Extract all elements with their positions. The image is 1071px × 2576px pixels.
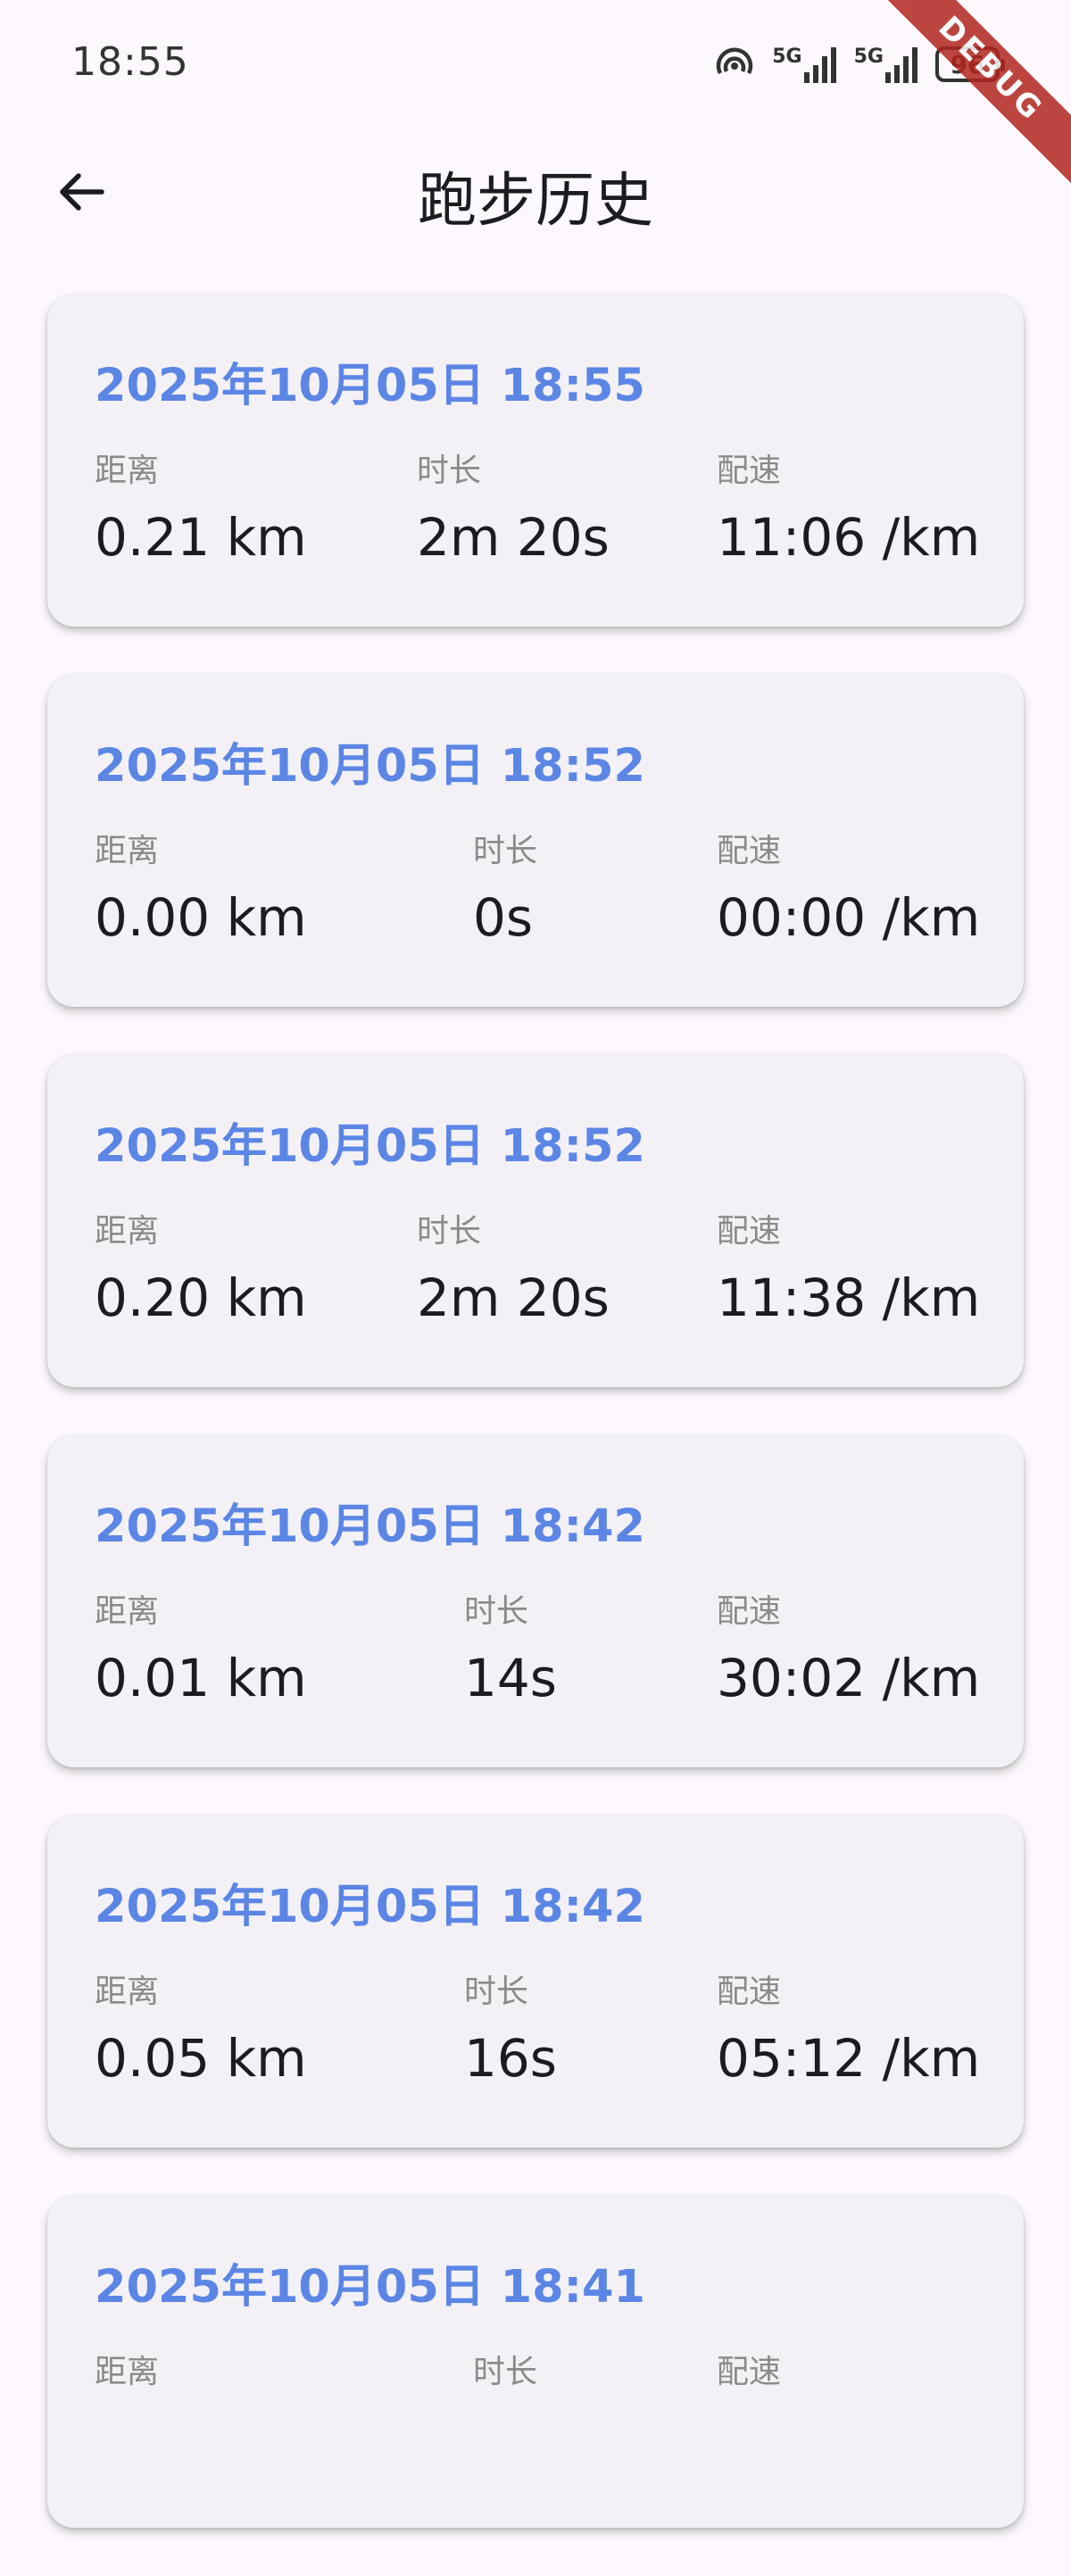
- distance-value: 0.00 km: [95, 887, 307, 948]
- distance-stat: 距离 0.00 km: [95, 825, 307, 948]
- pace-label: 配速: [717, 1974, 782, 2010]
- distance-label: 距离: [95, 833, 160, 869]
- distance-label: 距离: [95, 453, 160, 489]
- run-date: 2025年10月05日 18:55: [95, 360, 645, 412]
- duration-stat: 时长 2m 20s: [417, 1205, 610, 1328]
- duration-value: 16s: [464, 2028, 558, 2089]
- run-date: 2025年10月05日 18:41: [95, 2261, 645, 2314]
- pace-stat: 配速 30:02 /km: [717, 1585, 980, 1708]
- pace-value: 30:02 /km: [717, 1648, 981, 1708]
- pace-value: 11:06 /km: [717, 507, 981, 568]
- duration-stat: 时长 14s: [464, 1585, 557, 1708]
- distance-stat: 距离 0.01 km: [95, 1585, 307, 1708]
- run-card[interactable]: 2025年10月05日 18:52 距离 0.00 km 时长 0s 配速 00…: [47, 675, 1024, 1007]
- distance-value: 0.01 km: [95, 1648, 307, 1708]
- pace-value: 05:12 /km: [717, 2028, 981, 2089]
- pace-label: 配速: [717, 1213, 782, 1250]
- pace-stat: 配速 05:12 /km: [717, 1965, 980, 2089]
- pace-stat: 配速 00:00 /km: [717, 825, 980, 948]
- duration-value: 2m 20s: [417, 507, 610, 568]
- page-title: 跑步历史: [418, 166, 653, 235]
- duration-label: 时长: [417, 453, 482, 489]
- pace-stat: 配速 11:06 /km: [717, 445, 980, 568]
- run-card[interactable]: 2025年10月05日 18:41 距离 时长 配速: [47, 2196, 1024, 2528]
- distance-stat: 距离 0.20 km: [95, 1205, 307, 1328]
- duration-label: 时长: [417, 1213, 482, 1250]
- signal-5g-icon-2: 5G: [854, 46, 919, 83]
- distance-value: 0.05 km: [95, 2028, 307, 2089]
- duration-stat: 时长: [473, 2346, 537, 2408]
- run-history-list[interactable]: 2025年10月05日 18:55 距离 0.21 km 时长 2m 20s 配…: [47, 295, 1024, 2576]
- duration-label: 时长: [464, 1974, 529, 2010]
- distance-value: 0.21 km: [95, 507, 307, 568]
- run-card[interactable]: 2025年10月05日 18:42 距离 0.01 km 时长 14s 配速 3…: [47, 1435, 1024, 1767]
- run-card[interactable]: 2025年10月05日 18:55 距离 0.21 km 时长 2m 20s 配…: [47, 295, 1024, 627]
- pace-value: 11:38 /km: [717, 1267, 981, 1328]
- pace-stat: 配速: [717, 2346, 781, 2408]
- run-date: 2025年10月05日 18:52: [95, 1120, 645, 1173]
- status-time: 18:55: [71, 39, 189, 85]
- pace-label: 配速: [717, 1593, 782, 1630]
- network-type-2: 5G: [853, 46, 884, 68]
- duration-stat: 时长 2m 20s: [417, 445, 610, 568]
- duration-label: 时长: [464, 1593, 529, 1630]
- duration-value: 0s: [473, 887, 534, 948]
- run-card[interactable]: 2025年10月05日 18:42 距离 0.05 km 时长 16s 配速 0…: [47, 1816, 1024, 2148]
- pace-value: 00:00 /km: [717, 887, 981, 948]
- signal-5g-icon: 5G: [772, 46, 837, 83]
- distance-label: 距离: [95, 1974, 160, 2010]
- pace-label: 配速: [717, 833, 782, 869]
- duration-stat: 时长 0s: [473, 825, 537, 948]
- run-date: 2025年10月05日 18:42: [95, 1500, 645, 1553]
- distance-stat: 距离 0.05 km: [95, 1965, 307, 2089]
- distance-label: 距离: [95, 1213, 160, 1250]
- distance-label: 距离: [95, 1593, 160, 1630]
- duration-stat: 时长 16s: [464, 1965, 557, 2089]
- duration-value: 2m 20s: [417, 1267, 610, 1328]
- network-type-1: 5G: [772, 46, 802, 68]
- distance-label: 距离: [95, 2354, 160, 2390]
- duration-value: 14s: [464, 1648, 558, 1708]
- distance-stat: 距离 0.21 km: [95, 445, 307, 568]
- distance-value: 0.20 km: [95, 1267, 307, 1328]
- duration-label: 时长: [473, 833, 538, 869]
- pace-label: 配速: [717, 453, 782, 489]
- pace-label: 配速: [717, 2354, 782, 2390]
- distance-stat: 距离: [95, 2346, 159, 2408]
- pace-stat: 配速 11:38 /km: [717, 1205, 980, 1328]
- run-card[interactable]: 2025年10月05日 18:52 距离 0.20 km 时长 2m 20s 配…: [47, 1055, 1024, 1387]
- run-date: 2025年10月05日 18:42: [95, 1881, 645, 1933]
- duration-label: 时长: [473, 2354, 538, 2390]
- run-date: 2025年10月05日 18:52: [95, 740, 645, 793]
- hotspot-icon: [713, 43, 756, 86]
- app-bar: 跑步历史: [0, 129, 1071, 254]
